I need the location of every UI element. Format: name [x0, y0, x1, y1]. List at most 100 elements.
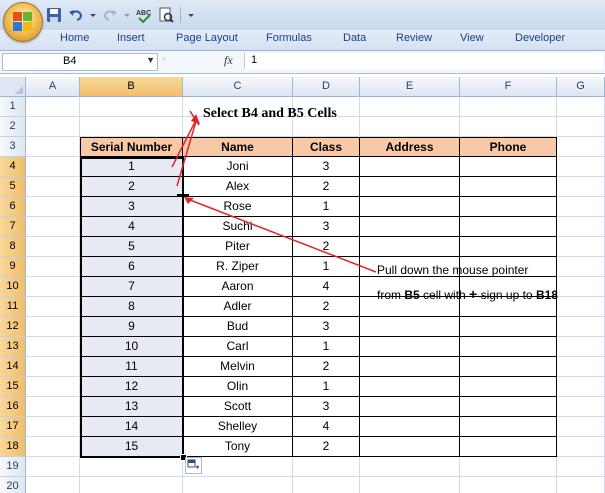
cell[interactable] [557, 457, 605, 477]
table-cell[interactable]: Suchi [183, 217, 293, 237]
table-cell[interactable]: 3 [293, 217, 360, 237]
table-cell[interactable]: 1 [80, 157, 183, 177]
table-cell-empty[interactable] [360, 157, 460, 177]
table-cell-empty[interactable] [360, 397, 460, 417]
table-cell[interactable]: Carl [183, 337, 293, 357]
table-cell[interactable]: 3 [293, 157, 360, 177]
row-header-13[interactable]: 13 [0, 337, 26, 357]
row-header-1[interactable]: 1 [0, 97, 26, 117]
row-header-14[interactable]: 14 [0, 357, 26, 377]
cell[interactable] [460, 117, 557, 137]
cell[interactable] [557, 277, 605, 297]
table-cell[interactable]: 6 [80, 257, 183, 277]
spelling-icon[interactable]: ABC [136, 7, 152, 24]
chevron-down-icon[interactable]: ▼ [146, 55, 155, 65]
table-cell[interactable]: 12 [80, 377, 183, 397]
column-header-e[interactable]: E [360, 77, 460, 97]
cell[interactable] [26, 97, 80, 117]
table-cell[interactable]: 3 [293, 397, 360, 417]
column-header-d[interactable]: D [293, 77, 360, 97]
row-header-8[interactable]: 8 [0, 237, 26, 257]
table-cell[interactable]: Olin [183, 377, 293, 397]
cell[interactable] [360, 477, 460, 493]
table-cell-empty[interactable] [460, 197, 557, 217]
formula-input[interactable]: 1 [244, 53, 603, 69]
cell[interactable] [557, 377, 605, 397]
table-cell[interactable]: 2 [293, 297, 360, 317]
cell[interactable] [80, 457, 183, 477]
table-cell-empty[interactable] [460, 397, 557, 417]
column-header-c[interactable]: C [183, 77, 293, 97]
table-cell-empty[interactable] [460, 157, 557, 177]
cell[interactable] [26, 137, 80, 157]
table-cell-empty[interactable] [360, 317, 460, 337]
table-header-cell[interactable]: Class [293, 137, 360, 157]
table-cell-empty[interactable] [460, 177, 557, 197]
table-cell[interactable]: Tony [183, 437, 293, 457]
table-cell[interactable]: 4 [293, 417, 360, 437]
cell[interactable] [26, 477, 80, 493]
cell[interactable] [26, 397, 80, 417]
cell[interactable] [26, 377, 80, 397]
table-cell[interactable]: 3 [293, 317, 360, 337]
row-header-18[interactable]: 18 [0, 437, 26, 457]
cell[interactable] [557, 97, 605, 117]
cell[interactable] [557, 257, 605, 277]
table-cell[interactable]: 3 [80, 197, 183, 217]
cell[interactable] [557, 317, 605, 337]
table-cell[interactable]: 2 [293, 237, 360, 257]
cell[interactable] [557, 297, 605, 317]
column-header-f[interactable]: F [460, 77, 557, 97]
tab-formulas[interactable]: Formulas [266, 32, 312, 44]
row-header-3[interactable]: 3 [0, 137, 26, 157]
cell[interactable] [26, 117, 80, 137]
table-cell[interactable]: 14 [80, 417, 183, 437]
cell[interactable] [80, 97, 183, 117]
table-cell[interactable]: 13 [80, 397, 183, 417]
table-cell[interactable]: Alex [183, 177, 293, 197]
tab-review[interactable]: Review [396, 32, 432, 44]
table-cell-empty[interactable] [360, 337, 460, 357]
cell[interactable] [80, 477, 183, 493]
cell[interactable] [557, 177, 605, 197]
table-cell[interactable]: R. Ziper [183, 257, 293, 277]
cell[interactable] [26, 357, 80, 377]
tab-page-layout[interactable]: Page Layout [176, 32, 238, 44]
table-cell[interactable]: 8 [80, 297, 183, 317]
tab-data[interactable]: Data [343, 32, 366, 44]
row-header-12[interactable]: 12 [0, 317, 26, 337]
table-cell[interactable]: 5 [80, 237, 183, 257]
cell[interactable] [26, 297, 80, 317]
cell[interactable] [26, 157, 80, 177]
row-header-6[interactable]: 6 [0, 197, 26, 217]
cell[interactable] [26, 337, 80, 357]
table-cell[interactable]: 2 [293, 437, 360, 457]
column-header-g[interactable]: G [557, 77, 605, 97]
table-cell[interactable]: Shelley [183, 417, 293, 437]
cell[interactable] [26, 237, 80, 257]
office-button[interactable] [3, 2, 43, 42]
cell[interactable] [26, 417, 80, 437]
table-cell-empty[interactable] [360, 417, 460, 437]
row-header-17[interactable]: 17 [0, 417, 26, 437]
row-header-4[interactable]: 4 [0, 157, 26, 177]
table-cell-empty[interactable] [360, 177, 460, 197]
name-box[interactable]: B4 ▼ [2, 53, 158, 71]
table-cell[interactable]: 1 [293, 337, 360, 357]
table-cell[interactable]: 9 [80, 317, 183, 337]
row-header-15[interactable]: 15 [0, 377, 26, 397]
cell[interactable] [26, 177, 80, 197]
cell[interactable] [360, 457, 460, 477]
redo-icon[interactable] [102, 7, 118, 23]
cell[interactable] [557, 417, 605, 437]
formula-bar-splitter-icon[interactable]: ◦ [162, 54, 174, 68]
table-cell[interactable]: Rose [183, 197, 293, 217]
table-cell[interactable]: 2 [80, 177, 183, 197]
table-cell-empty[interactable] [360, 377, 460, 397]
table-cell[interactable]: Piter [183, 237, 293, 257]
row-header-10[interactable]: 10 [0, 277, 26, 297]
select-all-button[interactable] [0, 77, 26, 97]
save-icon[interactable] [46, 7, 62, 23]
customize-toolbar-icon[interactable] [187, 7, 195, 23]
table-cell-empty[interactable] [460, 357, 557, 377]
